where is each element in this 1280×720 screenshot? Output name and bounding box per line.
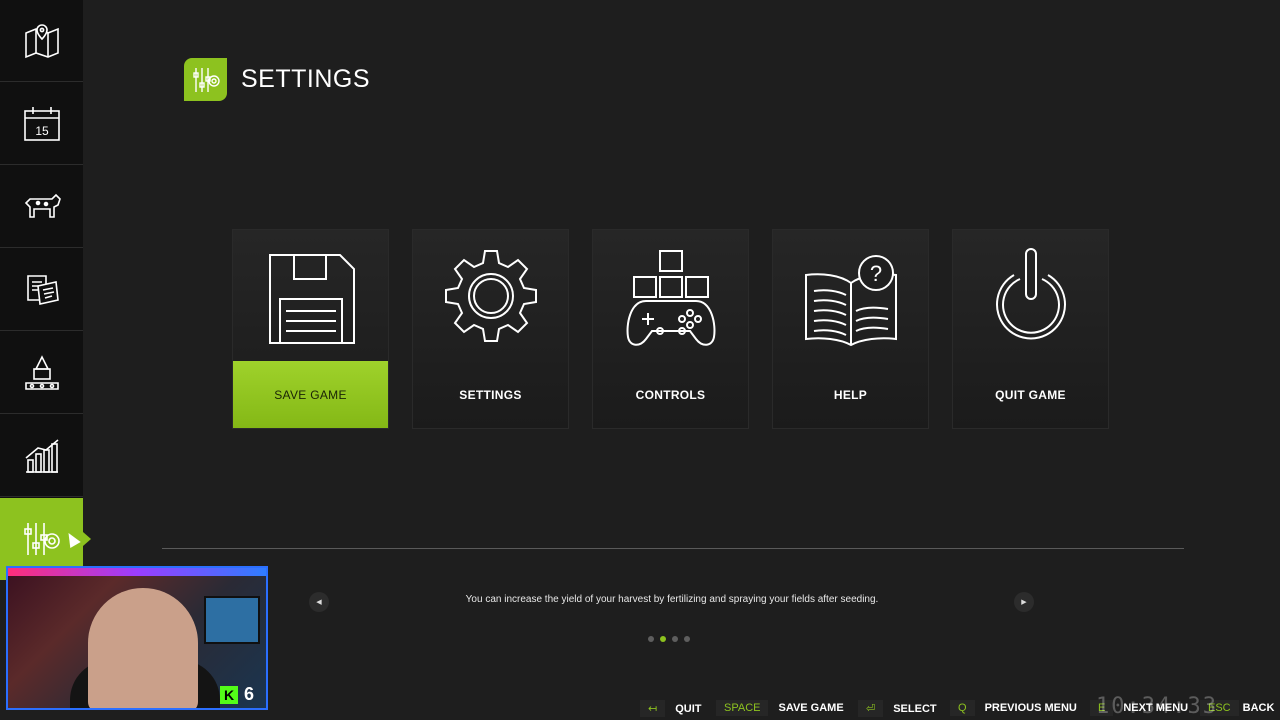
floppy-disk-icon — [268, 254, 355, 344]
arrow-left-icon: ◀ — [316, 599, 322, 606]
hint-key: SPACE — [716, 700, 769, 716]
hint-quit[interactable]: ↤ QUIT — [640, 700, 702, 717]
help-book-icon: ? — [804, 255, 897, 347]
controls-label: CONTROLS — [635, 387, 706, 402]
statistics-icon — [24, 438, 59, 473]
webcam-frame-bar — [8, 568, 266, 576]
hint-save-game[interactable]: SPACE SAVE GAME — [716, 700, 844, 716]
arrow-right-icon: ▶ — [1021, 599, 1027, 606]
sidebar-item-statistics[interactable] — [0, 415, 83, 497]
svg-text:?: ? — [869, 261, 881, 286]
hint-previous-menu[interactable]: Q PREVIOUS MENU — [950, 700, 1077, 716]
hint-label: BACK — [1242, 702, 1275, 714]
gear-icon — [444, 250, 537, 342]
hint-key: Q — [950, 700, 975, 716]
controls-card[interactable]: CONTROLS — [592, 229, 749, 429]
tip-text: You can increase the yield of your harve… — [465, 594, 879, 605]
tip-dot[interactable] — [648, 636, 654, 642]
power-icon — [995, 248, 1066, 340]
sliders-gear-icon — [184, 58, 227, 101]
webcam-monitor — [204, 596, 260, 644]
tip-dot[interactable] — [684, 636, 690, 642]
animals-icon — [24, 193, 61, 218]
tip-dot[interactable] — [660, 636, 666, 642]
kick-badge: K 6 — [220, 684, 254, 705]
save-game-card[interactable]: SAVE GAME — [232, 229, 389, 429]
page-title: SETTINGS — [241, 65, 371, 93]
map-icon — [24, 23, 59, 58]
settings-label: SETTINGS — [459, 387, 522, 402]
page-header: SETTINGS — [184, 58, 370, 101]
tip-next-button[interactable]: ▶ — [1014, 592, 1034, 612]
tip-dot[interactable] — [672, 636, 678, 642]
quit-game-label: QUIT GAME — [995, 387, 1066, 402]
sidebar-item-contracts[interactable] — [0, 249, 83, 331]
tip-pagination — [648, 636, 690, 642]
sidebar-item-animals[interactable] — [0, 166, 83, 248]
hint-key: ↤ — [640, 700, 666, 717]
divider — [162, 548, 1184, 549]
hint-label: SAVE GAME — [778, 702, 844, 714]
hint-key: ⏎ — [858, 700, 884, 717]
sidebar: 15 — [0, 0, 91, 580]
hint-label: SELECT — [893, 702, 937, 715]
sidebar-item-calendar[interactable]: 15 — [0, 83, 83, 165]
kick-logo-icon: K — [220, 685, 238, 704]
stream-clock: 10:34:33 — [1096, 694, 1218, 719]
svg-text:15: 15 — [35, 124, 49, 138]
gamepad-icon — [626, 250, 715, 346]
kick-viewer-count: 6 — [244, 684, 255, 704]
webcam-person — [88, 588, 198, 708]
help-label: HELP — [833, 387, 868, 402]
production-icon — [24, 354, 59, 390]
sidebar-item-production[interactable] — [0, 332, 83, 414]
calendar-icon: 15 — [23, 106, 60, 141]
tip-prev-button[interactable]: ◀ — [309, 592, 329, 612]
hint-label: PREVIOUS MENU — [984, 702, 1077, 714]
hint-label: QUIT — [675, 702, 702, 715]
save-game-label: SAVE GAME — [233, 361, 388, 428]
help-card[interactable]: ? HELP — [772, 229, 929, 429]
quit-game-card[interactable]: QUIT GAME — [952, 229, 1109, 429]
hint-select[interactable]: ⏎ SELECT — [858, 700, 937, 717]
sidebar-item-map[interactable] — [0, 0, 83, 82]
settings-sliders-icon — [23, 523, 60, 555]
contracts-icon — [26, 274, 59, 305]
settings-card[interactable]: SETTINGS — [412, 229, 569, 429]
